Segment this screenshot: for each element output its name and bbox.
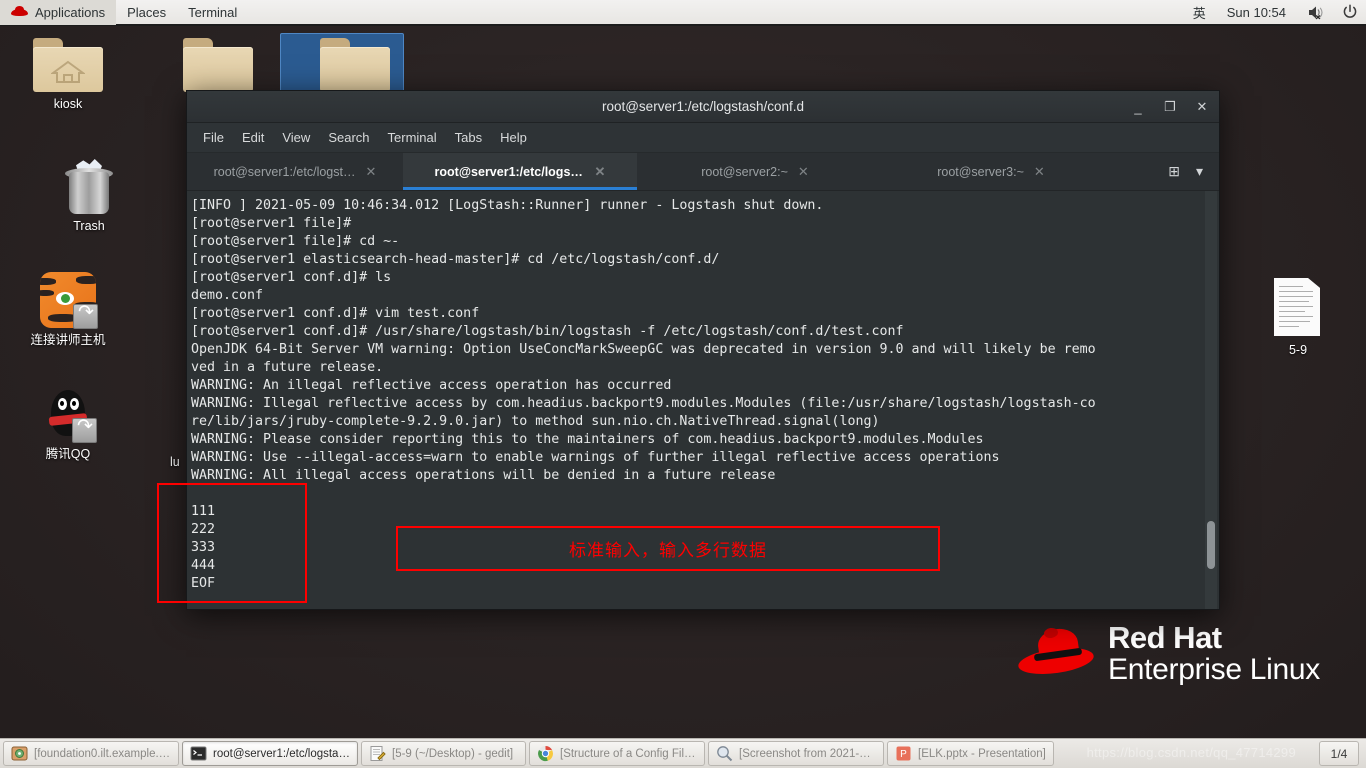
desktop-icon-folder-1[interactable] — [170, 38, 266, 92]
places-menu[interactable]: Places — [116, 0, 177, 25]
terminal-menu[interactable]: Terminal — [177, 0, 248, 25]
chrome-icon — [537, 745, 554, 762]
tabbar-actions: ⊞ ▾ — [1162, 153, 1219, 190]
taskbar-item-label: [ELK.pptx - Presentation] — [918, 747, 1046, 760]
window-title: root@server1:/etc/logstash/conf.d — [601, 99, 805, 114]
tab-label: root@server1:/etc/logst… — [434, 164, 585, 179]
menu-terminal[interactable]: Terminal — [380, 126, 445, 149]
menu-search[interactable]: Search — [320, 126, 377, 149]
rhel-logo-line2: Enterprise Linux — [1108, 653, 1320, 687]
desktop-icon-folder-2[interactable] — [307, 38, 403, 92]
power-icon[interactable] — [1334, 4, 1366, 20]
annotation-note: 标准输入，输入多行数据 — [396, 526, 940, 571]
shortcut-overlay-icon — [73, 301, 98, 329]
taskbar-item-gedit[interactable]: [5-9 (~/Desktop) - gedit] — [361, 741, 526, 766]
folder-icon — [183, 38, 253, 92]
shortcut-overlay-icon — [72, 415, 97, 443]
taskbar-item-label: root@server1:/etc/logstash… — [213, 747, 350, 760]
terminal-scrollbar[interactable] — [1205, 191, 1217, 609]
gedit-icon — [369, 745, 386, 762]
close-button[interactable]: ✕ — [1193, 99, 1211, 115]
desktop-icon-label: 腾讯QQ — [45, 447, 91, 461]
tab-close-icon[interactable]: ✕ — [1034, 164, 1045, 180]
applications-menu[interactable]: Applications — [0, 0, 117, 25]
taskbar: [foundation0.ilt.example.co… root@server… — [0, 738, 1366, 768]
desktop-icon-label: Trash — [73, 219, 105, 233]
rhel-logo-line1: Red Hat — [1108, 620, 1222, 655]
home-folder-icon — [33, 38, 103, 92]
desktop-icon-trash[interactable]: Trash — [41, 158, 137, 234]
desktop-icon-label: kiosk — [53, 97, 83, 111]
menu-help[interactable]: Help — [492, 126, 535, 149]
terminal-tab-2[interactable]: root@server1:/etc/logst… ✕ — [403, 153, 637, 190]
terminal-tabbar: root@server1:/etc/logst… ✕ root@server1:… — [187, 153, 1219, 191]
taskbar-item-foundation0[interactable]: [foundation0.ilt.example.co… — [3, 741, 179, 766]
window-controls: _ ❐ ✕ — [1129, 91, 1211, 123]
taskbar-item-terminal[interactable]: root@server1:/etc/logstash… — [182, 741, 358, 766]
trash-icon — [62, 158, 116, 214]
folder-icon — [320, 38, 390, 92]
desktop-icon-kiosk[interactable]: kiosk — [20, 38, 116, 112]
redhat-hat-icon — [1016, 626, 1096, 681]
menu-file[interactable]: File — [195, 126, 232, 149]
panel-status-area: 英 Sun 10:54 — [1185, 3, 1366, 22]
terminal-menubar: File Edit View Search Terminal Tabs Help — [187, 123, 1219, 153]
svg-text:P: P — [900, 749, 907, 760]
new-tab-icon[interactable]: ⊞ — [1162, 159, 1186, 184]
redhat-icon — [11, 6, 28, 18]
workspace-indicator[interactable]: 1/4 — [1319, 741, 1359, 766]
top-panel: Applications Places Terminal 英 Sun 10:54 — [0, 0, 1366, 26]
terminal-scrollbar-thumb[interactable] — [1207, 521, 1215, 569]
desktop-icon-label: 连接讲师主机 — [30, 333, 106, 347]
terminal-titlebar[interactable]: root@server1:/etc/logstash/conf.d _ ❐ ✕ — [187, 91, 1219, 123]
terminal-tab-1[interactable]: root@server1:/etc/logst… ✕ — [187, 153, 403, 190]
terminal-tab-3[interactable]: root@server2:~ ✕ — [637, 153, 873, 190]
desktop-icon-qq[interactable]: 腾讯QQ — [20, 388, 116, 462]
taskbar-item-label: [foundation0.ilt.example.co… — [34, 747, 171, 760]
applications-menu-label: Applications — [35, 4, 106, 20]
taskbar-item-chrome[interactable]: [Structure of a Config File |… — [529, 741, 705, 766]
terminal-tab-4[interactable]: root@server3:~ ✕ — [873, 153, 1109, 190]
taskbar-item-screenshot[interactable]: [Screenshot from 2021-05-… — [708, 741, 884, 766]
desktop-icon-label: 5-9 — [1288, 343, 1308, 357]
input-method-indicator[interactable]: 英 — [1185, 3, 1214, 22]
tab-close-icon[interactable]: ✕ — [798, 164, 809, 180]
taskbar-item-impress[interactable]: P [ELK.pptx - Presentation] — [887, 741, 1054, 766]
menu-edit[interactable]: Edit — [234, 126, 272, 149]
desktop-icon-5-9[interactable]: 5-9 — [1250, 278, 1346, 358]
terminal-menu-label: Terminal — [188, 4, 238, 20]
obscured-desktop-label: lu — [170, 455, 180, 469]
places-menu-label: Places — [127, 4, 167, 20]
menu-view[interactable]: View — [274, 126, 318, 149]
vm-viewer-icon — [11, 745, 28, 762]
taskbar-item-label: [5-9 (~/Desktop) - gedit] — [392, 747, 514, 760]
menu-tabs[interactable]: Tabs — [447, 126, 490, 149]
tab-close-icon[interactable]: ✕ — [595, 164, 606, 180]
taskbar-item-label: [Structure of a Config File |… — [560, 747, 697, 760]
tab-close-icon[interactable]: ✕ — [366, 164, 377, 180]
maximize-button[interactable]: ❐ — [1161, 99, 1179, 115]
home-glyph-icon — [51, 60, 85, 83]
impress-icon: P — [895, 745, 912, 762]
minimize-button[interactable]: _ — [1129, 100, 1147, 115]
tab-label: root@server3:~ — [937, 164, 1024, 179]
clock[interactable]: Sun 10:54 — [1214, 5, 1299, 20]
desktop-icon-teacher-host[interactable]: 连接讲师主机 — [20, 272, 116, 348]
tab-label: root@server1:/etc/logst… — [213, 164, 356, 179]
volume-muted-icon[interactable] — [1299, 5, 1334, 20]
text-document-icon — [1274, 278, 1322, 338]
tab-label: root@server2:~ — [701, 164, 788, 179]
terminal-icon — [190, 745, 207, 762]
rhel-watermark-logo: Red Hat Enterprise Linux — [1016, 620, 1320, 687]
taskbar-item-label: [Screenshot from 2021-05-… — [739, 747, 876, 760]
tab-list-chevron-icon[interactable]: ▾ — [1190, 159, 1209, 184]
image-viewer-icon — [716, 745, 733, 762]
